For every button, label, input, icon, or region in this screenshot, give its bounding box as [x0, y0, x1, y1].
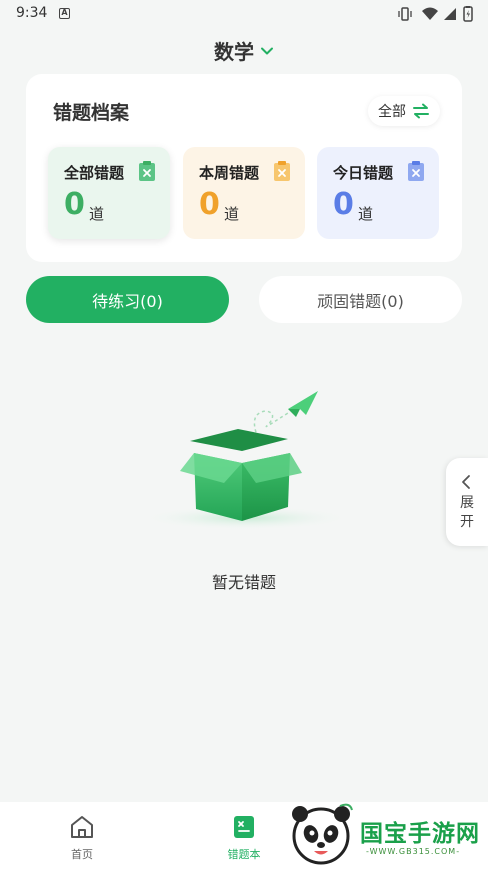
empty-box-illustration — [141, 391, 351, 530]
clipboard-icon — [274, 161, 290, 181]
tab-pending-practice[interactable]: 待练习(0) — [26, 276, 229, 323]
stat-unit: 道 — [358, 205, 374, 223]
panda-logo-icon — [292, 803, 353, 865]
archive-title: 错题档案 — [53, 102, 130, 124]
nav-home-label: 首页 — [71, 848, 93, 861]
filter-button[interactable]: 全部 — [368, 96, 440, 126]
stat-count: 0 — [333, 187, 354, 222]
status-time: 9:34 — [16, 5, 48, 21]
vibrate-icon — [398, 7, 412, 21]
status-icons — [398, 6, 473, 22]
home-icon — [71, 816, 93, 838]
filter-label: 全部 — [378, 104, 406, 120]
stat-unit: 道 — [89, 205, 105, 223]
subject-selector[interactable]: 数学 — [0, 36, 488, 66]
nav-mistake-book[interactable]: 错题本 — [214, 814, 274, 862]
stat-label: 全部错题 — [64, 164, 125, 182]
stat-unit: 道 — [224, 205, 240, 223]
watermark-url: -WWW.GB315.COM- — [366, 847, 461, 856]
notification-icon: A — [59, 8, 70, 19]
nav-mistake-book-label: 错题本 — [227, 848, 261, 861]
status-bar: 9:34 A — [0, 0, 488, 28]
stat-label: 今日错题 — [333, 164, 394, 182]
clipboard-icon — [139, 161, 155, 181]
watermark-title: 国宝手游网 — [360, 821, 480, 847]
stat-label: 本周错题 — [199, 164, 260, 182]
stat-count: 0 — [199, 187, 220, 222]
mistake-book-icon — [234, 816, 254, 838]
expand-panel-button[interactable]: 展开 — [446, 458, 488, 546]
stat-week[interactable]: 本周错题 0 道 — [183, 147, 305, 239]
stat-today[interactable]: 今日错题 0 道 — [317, 147, 439, 239]
swap-icon — [413, 103, 429, 119]
empty-state-message: 暂无错题 — [211, 573, 276, 592]
tab-stubborn-mistakes[interactable]: 顽固错题(0) — [259, 276, 462, 323]
expand-label: 展开 — [460, 495, 474, 530]
archive-card: 错题档案 全部 全部错题 0 道 本周错题 0 道 今日错题 0 道 — [26, 74, 462, 262]
wifi-icon — [422, 7, 438, 20]
stat-count: 0 — [64, 187, 85, 222]
signal-icon — [444, 8, 456, 20]
subject-label: 数学 — [214, 40, 254, 64]
watermark: 国宝手游网 -WWW.GB315.COM- — [286, 800, 488, 869]
chevron-left-icon — [462, 475, 470, 489]
chevron-down-icon — [261, 47, 273, 54]
battery-icon — [463, 6, 473, 22]
stat-all[interactable]: 全部错题 0 道 — [48, 147, 170, 239]
clipboard-icon — [408, 161, 424, 181]
nav-home[interactable]: 首页 — [52, 814, 112, 862]
